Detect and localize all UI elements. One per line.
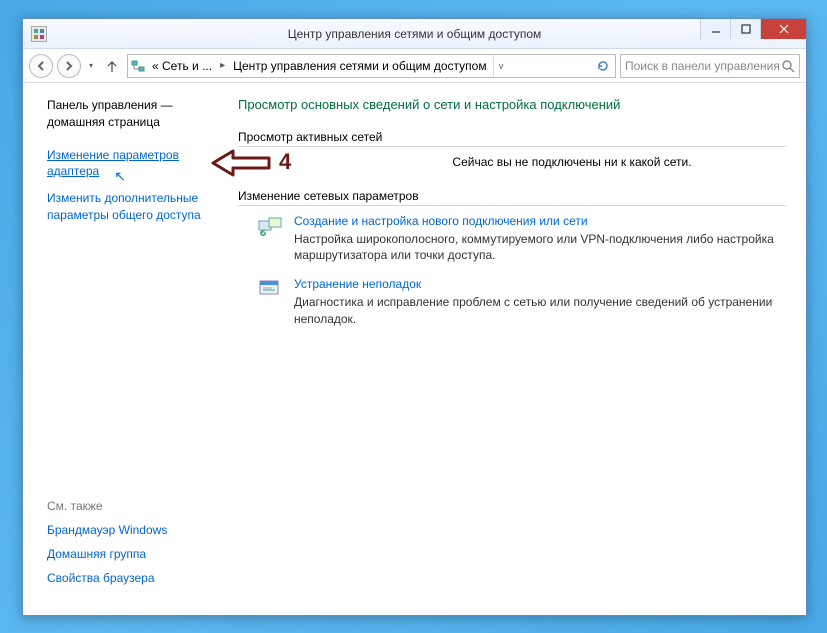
minimize-button[interactable] xyxy=(700,19,730,39)
see-also-homegroup[interactable]: Домашняя группа xyxy=(47,547,218,561)
sidebar-link-adapter-settings[interactable]: Изменение параметров адаптера ↖ xyxy=(47,147,218,181)
address-bar[interactable]: « Сеть и ... ▸ Центр управления сетями и… xyxy=(127,54,616,78)
control-panel-home-link[interactable]: Панель управления — домашняя страница xyxy=(47,97,218,131)
history-dropdown[interactable]: ▾ xyxy=(85,61,97,70)
search-placeholder: Поиск в панели управления xyxy=(625,59,781,73)
network-center-window: Центр управления сетями и общим доступом… xyxy=(22,18,807,616)
back-button[interactable] xyxy=(29,54,53,78)
new-connection-icon xyxy=(256,214,284,238)
close-button[interactable] xyxy=(760,19,806,39)
see-also-firewall[interactable]: Брандмауэр Windows xyxy=(47,523,218,537)
search-icon xyxy=(781,59,795,73)
section-active-networks-title: Просмотр активных сетей xyxy=(238,130,786,147)
maximize-button[interactable] xyxy=(730,19,760,39)
hand-cursor-icon: ↖ xyxy=(114,167,126,187)
sidebar-link-adapter-label: Изменение параметров адаптера xyxy=(47,148,179,179)
section-network-params-title: Изменение сетевых параметров xyxy=(238,189,786,206)
see-also-title: См. также xyxy=(47,499,218,513)
window-title: Центр управления сетями и общим доступом xyxy=(23,27,806,41)
no-connection-text: Сейчас вы не подключены ни к какой сети. xyxy=(358,155,786,169)
task-troubleshoot-desc: Диагностика и исправление проблем с сеть… xyxy=(294,294,786,326)
window-buttons xyxy=(700,19,806,39)
breadcrumb-seg-1[interactable]: « Сеть и ... xyxy=(148,59,216,73)
see-also: См. также Брандмауэр Windows Домашняя гр… xyxy=(47,499,218,605)
forward-button[interactable] xyxy=(57,54,81,78)
up-button[interactable] xyxy=(101,55,123,77)
address-dropdown[interactable]: v xyxy=(493,55,509,77)
chevron-right-icon[interactable]: ▸ xyxy=(218,60,227,71)
search-input[interactable]: Поиск в панели управления xyxy=(620,54,800,78)
page-heading: Просмотр основных сведений о сети и наст… xyxy=(238,97,786,112)
troubleshoot-icon xyxy=(256,277,284,301)
task-new-connection-desc: Настройка широкополосного, коммутируемог… xyxy=(294,231,786,263)
see-also-browser[interactable]: Свойства браузера xyxy=(47,571,218,585)
sidebar: Панель управления — домашняя страница Из… xyxy=(23,83,228,615)
sidebar-link-sharing-settings[interactable]: Изменить дополнительные параметры общего… xyxy=(47,190,218,224)
breadcrumb-seg-2[interactable]: Центр управления сетями и общим доступом xyxy=(229,59,491,73)
refresh-button[interactable] xyxy=(593,60,613,72)
app-icon xyxy=(31,26,47,42)
task-troubleshoot-link[interactable]: Устранение неполадок xyxy=(294,277,786,291)
network-icon xyxy=(130,58,146,74)
content: Панель управления — домашняя страница Из… xyxy=(23,83,806,615)
task-troubleshoot: Устранение неполадок Диагностика и испра… xyxy=(256,277,786,326)
task-new-connection: Создание и настройка нового подключения … xyxy=(256,214,786,263)
task-new-connection-link[interactable]: Создание и настройка нового подключения … xyxy=(294,214,786,228)
titlebar: Центр управления сетями и общим доступом xyxy=(23,19,806,49)
toolbar: ▾ « Сеть и ... ▸ Центр управления сетями… xyxy=(23,49,806,83)
main-pane: Просмотр основных сведений о сети и наст… xyxy=(228,83,806,615)
